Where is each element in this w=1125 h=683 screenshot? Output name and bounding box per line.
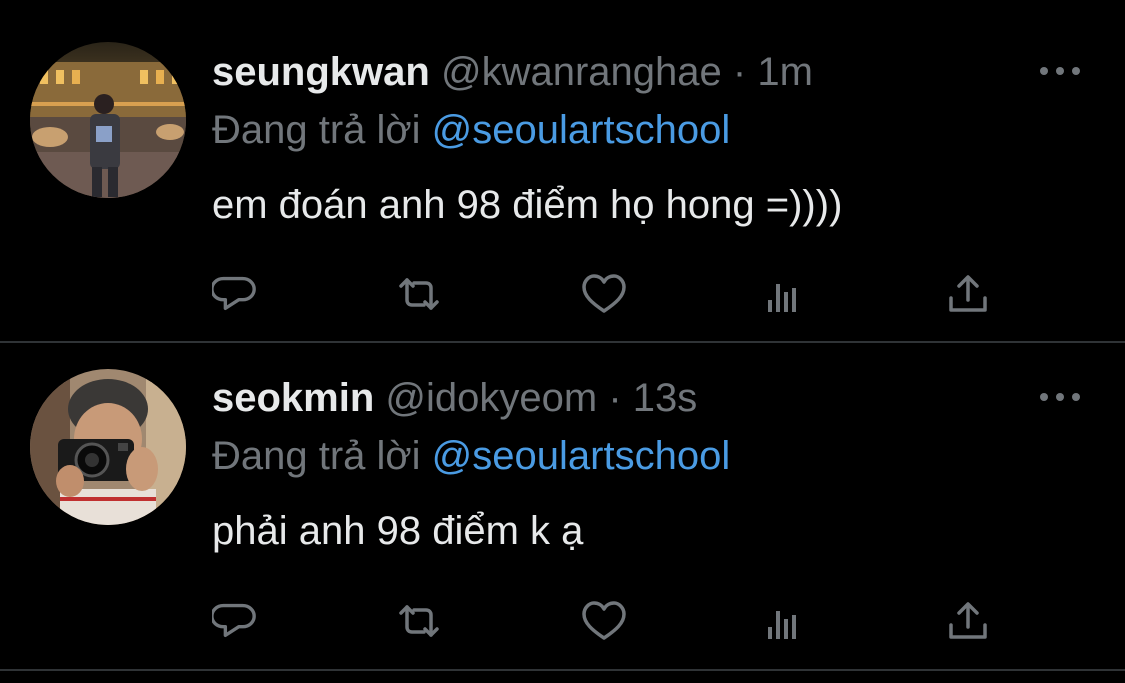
timestamp[interactable]: 13s [633,376,698,420]
tweet-header: seokmin @idokyeom · 13s [212,374,697,422]
avatar-photo-night-street [30,42,186,198]
like-icon[interactable] [580,597,628,645]
views-icon[interactable] [762,597,810,645]
avatar-photo-camera-selfie [30,369,186,525]
separator-dot: · [732,50,747,94]
replying-to: Đang trả lời @seoulartschool [212,106,730,154]
more-options-icon[interactable] [1040,387,1080,407]
tweet[interactable]: seungkwan @kwanranghae · 1m Đang trả lời… [0,0,1125,343]
tweet-actions [212,597,1002,645]
share-icon[interactable] [944,270,992,318]
timestamp[interactable]: 1m [757,50,813,94]
reply-icon[interactable] [212,597,260,645]
mention-link[interactable]: @seoulartschool [432,108,731,152]
more-options-icon[interactable] [1040,61,1080,81]
divider [0,669,1125,671]
retweet-icon[interactable] [395,597,443,645]
reply-icon[interactable] [212,270,260,318]
display-name[interactable]: seungkwan [212,50,430,94]
tweet-text: phải anh 98 điểm k ạ [212,509,584,553]
avatar[interactable] [30,42,186,198]
tweet-actions [212,270,1002,318]
views-icon[interactable] [762,270,810,318]
mention-link[interactable]: @seoulartschool [432,434,731,478]
avatar[interactable] [30,369,186,525]
tweet-text: em đoán anh 98 điểm họ hong =)))) [212,183,843,227]
tweet[interactable]: seokmin @idokyeom · 13s Đang trả lời @se… [0,343,1125,671]
retweet-icon[interactable] [395,270,443,318]
replying-to: Đang trả lời @seoulartschool [212,432,730,480]
user-handle[interactable]: @idokyeom [385,376,597,420]
replying-label: Đang trả lời [212,434,421,478]
separator-dot: · [608,376,622,420]
user-handle[interactable]: @kwanranghae [441,50,722,94]
replying-label: Đang trả lời [212,108,421,152]
display-name[interactable]: seokmin [212,376,374,420]
share-icon[interactable] [944,597,992,645]
tweet-header: seungkwan @kwanranghae · 1m [212,48,813,96]
like-icon[interactable] [580,270,628,318]
